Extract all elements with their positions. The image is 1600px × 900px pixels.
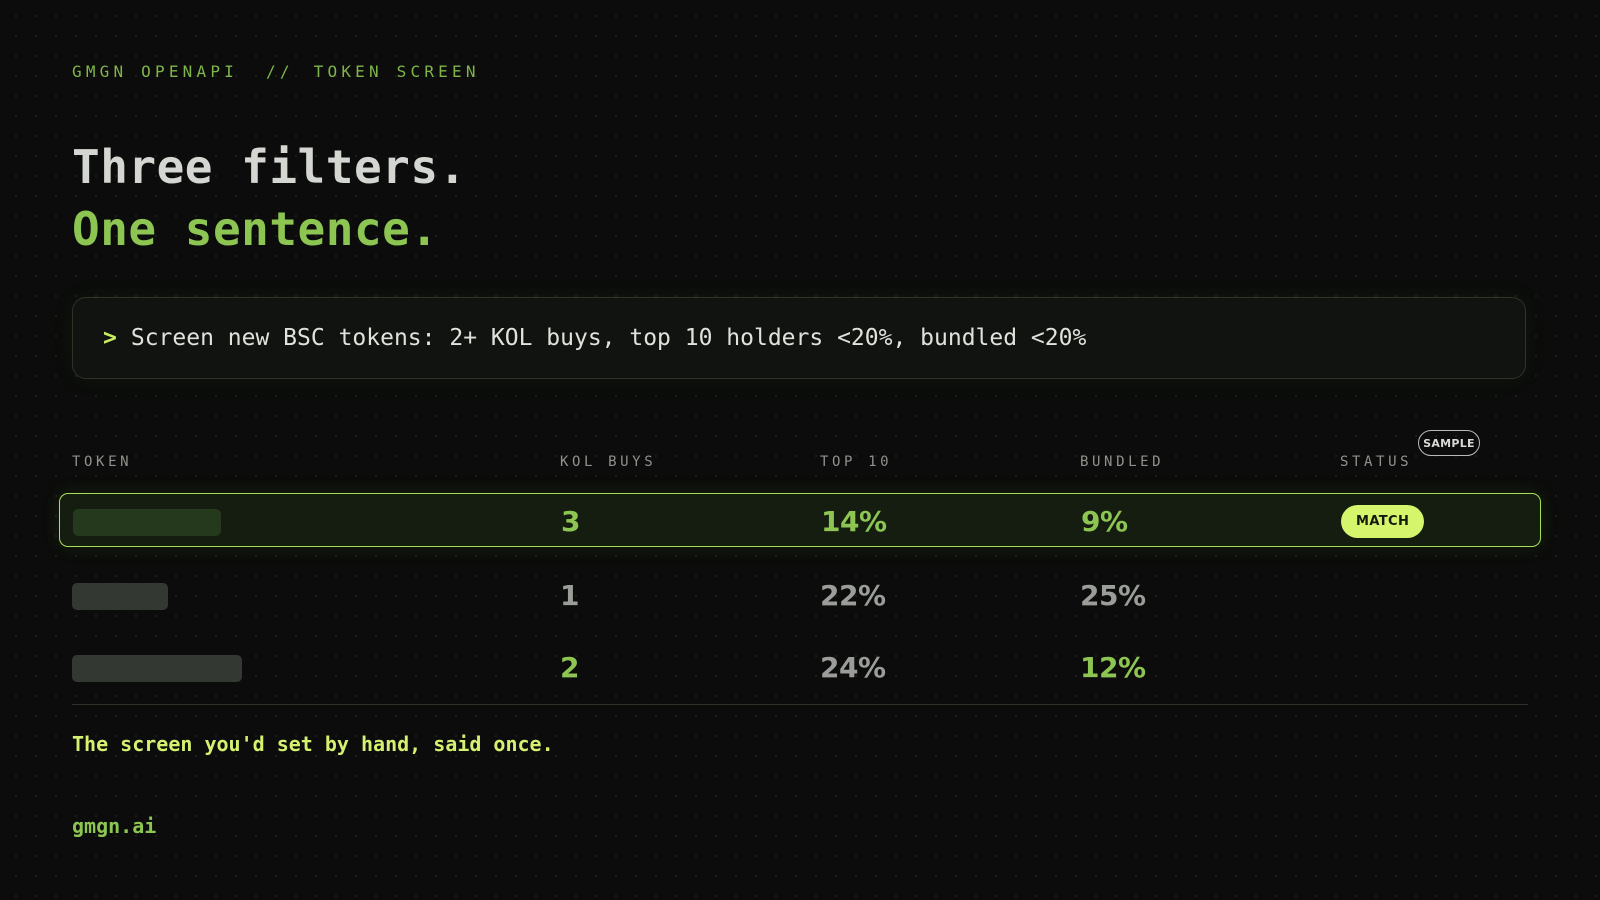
column-header-top-10: TOP 10	[820, 454, 893, 470]
top-10-value: 14%	[821, 504, 887, 538]
breadcrumb: GMGN OPENAPI // TOKEN SCREEN	[72, 62, 480, 81]
tagline: The screen you'd set by hand, said once.	[72, 732, 554, 756]
table-row: 3 14% 9% MATCH	[59, 493, 1541, 547]
token-name-placeholder	[72, 583, 168, 610]
brand-link: gmgn.ai	[72, 814, 157, 838]
table-row: 1 22% 25%	[72, 568, 1528, 622]
top-10-value: 22%	[820, 578, 886, 612]
breadcrumb-separator: //	[266, 62, 294, 81]
bundled-value: 9%	[1081, 504, 1128, 538]
headline-line-2: One sentence.	[72, 202, 439, 256]
table-row: 2 24% 12%	[72, 640, 1528, 694]
column-header-kol-buys: KOL BUYS	[560, 454, 657, 470]
column-header-token: TOKEN	[72, 454, 133, 470]
prompt-box: > Screen new BSC tokens: 2+ KOL buys, to…	[72, 297, 1526, 379]
breadcrumb-section: GMGN OPENAPI	[72, 62, 238, 81]
page-title: Three filters. One sentence.	[72, 136, 467, 260]
column-header-bundled: BUNDLED	[1080, 454, 1165, 470]
token-name-placeholder	[73, 509, 221, 536]
table-header: TOKEN KOL BUYS TOP 10 BUNDLED STATUS	[72, 454, 1528, 472]
breadcrumb-page: TOKEN SCREEN	[313, 62, 480, 81]
prompt-text: Screen new BSC tokens: 2+ KOL buys, top …	[130, 325, 1087, 351]
bundled-value: 12%	[1080, 650, 1146, 684]
sample-badge: SAMPLE	[1418, 430, 1480, 456]
column-header-status: STATUS	[1340, 454, 1413, 470]
kol-buys-value: 3	[561, 504, 580, 538]
bundled-value: 25%	[1080, 578, 1146, 612]
match-badge: MATCH	[1341, 504, 1425, 538]
headline-line-1: Three filters.	[72, 140, 467, 194]
top-10-value: 24%	[820, 650, 886, 684]
divider	[72, 704, 1528, 705]
status-cell: MATCH	[1341, 494, 1425, 548]
token-name-placeholder	[72, 655, 242, 682]
kol-buys-value: 2	[560, 650, 579, 684]
kol-buys-value: 1	[560, 578, 579, 612]
page: GMGN OPENAPI // TOKEN SCREEN Three filters…	[59, 0, 1541, 900]
prompt-caret-icon: >	[103, 325, 117, 351]
